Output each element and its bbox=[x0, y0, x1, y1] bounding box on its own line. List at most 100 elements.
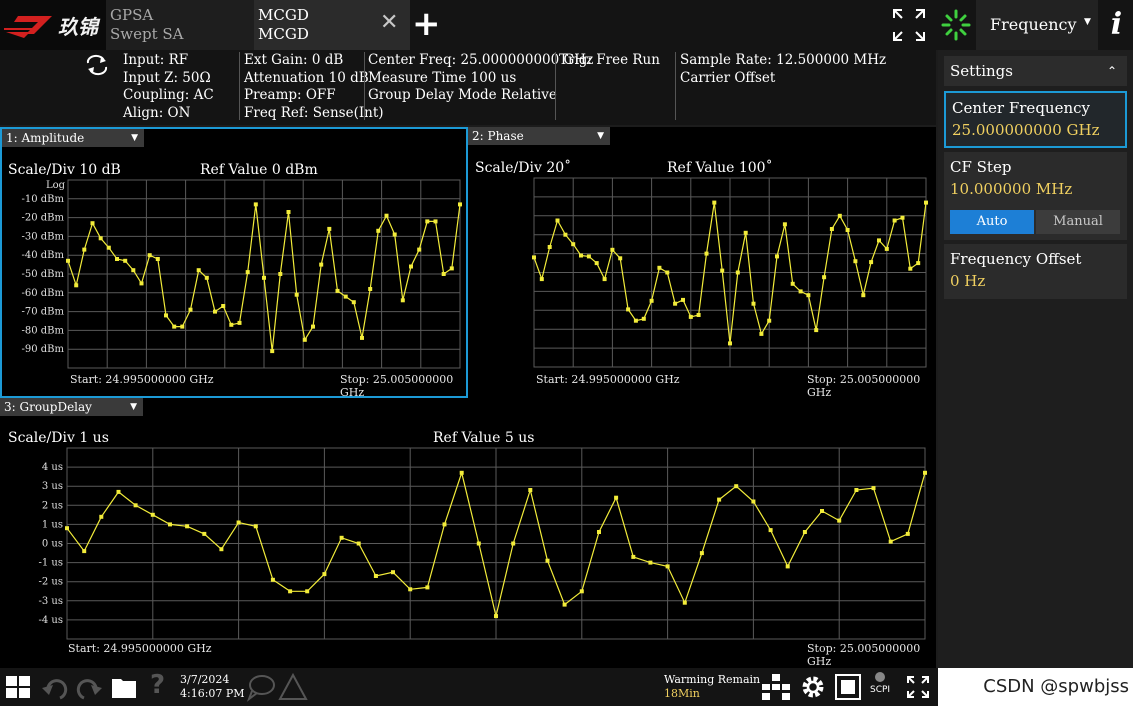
trace-point bbox=[322, 572, 327, 577]
message-icon[interactable] bbox=[246, 672, 276, 702]
carrier-offset: Carrier Offset bbox=[680, 69, 776, 86]
trace-point bbox=[802, 530, 807, 534]
trace-point bbox=[618, 256, 623, 261]
analyzer-app: 玖锦 GPSA Swept SA MCGD MCGD ✕ + Frequency… bbox=[0, 0, 1133, 706]
cf-step-manual-button[interactable]: Manual bbox=[1036, 210, 1120, 234]
trace-point bbox=[202, 531, 207, 536]
center-frequency-setting[interactable]: Center Frequency 25.000000000 GHz bbox=[944, 91, 1127, 148]
trace-point bbox=[98, 236, 103, 241]
trace-point bbox=[131, 268, 136, 273]
y-tick-label: -70 dBm bbox=[21, 307, 64, 318]
input-settings[interactable]: Input: RF Input Z: 50Ω Coupling: AC Alig… bbox=[123, 52, 214, 122]
trace-point bbox=[409, 264, 413, 269]
trace-point bbox=[65, 526, 69, 531]
trace-point bbox=[822, 275, 827, 280]
trace-point bbox=[417, 247, 422, 252]
trace-point bbox=[74, 283, 79, 288]
trace-point bbox=[172, 324, 177, 329]
trace-point bbox=[351, 300, 356, 305]
trace-point bbox=[923, 470, 927, 475]
refresh-icon[interactable] bbox=[84, 52, 110, 78]
add-tab-icon[interactable]: + bbox=[412, 4, 441, 44]
maximize-icon[interactable] bbox=[905, 674, 931, 700]
trace-point bbox=[785, 564, 790, 569]
windows-start-icon[interactable] bbox=[6, 676, 30, 698]
folder-icon[interactable] bbox=[111, 675, 137, 699]
amplitude-pane[interactable]: 1: Amplitude ▼ Scale/Div 10 dB Ref Value… bbox=[0, 127, 468, 399]
sample-settings[interactable]: Sample Rate: 12.500000 MHz Carrier Offse… bbox=[680, 52, 886, 87]
group-delay-pane[interactable]: 3: GroupDelay ▼ Scale/Div 1 us Ref Value… bbox=[0, 398, 936, 668]
trace-point bbox=[555, 218, 560, 223]
trace-point bbox=[253, 524, 258, 529]
trace-point bbox=[133, 503, 138, 508]
trace-point bbox=[641, 316, 646, 321]
trace-point bbox=[806, 293, 811, 298]
close-tab-icon[interactable]: ✕ bbox=[380, 10, 398, 35]
cf-step-setting[interactable]: CF Step 10.000000 MHz Auto Manual bbox=[944, 152, 1127, 240]
gain-settings[interactable]: Ext Gain: 0 dB Attenuation 10 dB Preamp:… bbox=[244, 52, 384, 122]
amplitude-chart[interactable]: Log -10 dBm -20 dBm -30 dBm -40 dBm -50 dBm -… bbox=[2, 129, 468, 398]
trace-point bbox=[682, 600, 687, 605]
phase-chart[interactable]: 80°60°40°20°0°-20°-40°-60°-80° bbox=[468, 127, 936, 398]
trace-point bbox=[845, 228, 850, 232]
warning-icon[interactable] bbox=[278, 672, 308, 702]
trace-point bbox=[335, 288, 340, 293]
trace-point bbox=[586, 254, 591, 259]
frequency-offset-setting[interactable]: Frequency Offset 0 Hz bbox=[944, 244, 1127, 299]
trace-point bbox=[735, 270, 740, 275]
date-time: 3/7/2024 4:16:07 PM bbox=[180, 673, 245, 701]
log-scale-label: Log bbox=[46, 180, 66, 191]
trace-point bbox=[610, 247, 615, 252]
trace-point bbox=[814, 328, 819, 333]
scpi-label: SCPI bbox=[870, 685, 891, 695]
tab-gpsa[interactable]: GPSA Swept SA bbox=[106, 0, 254, 50]
trace-point bbox=[869, 260, 874, 265]
cf-step-auto-button[interactable]: Auto bbox=[950, 210, 1034, 234]
trace-point bbox=[916, 261, 921, 266]
y-tick-label: -4 us bbox=[39, 615, 64, 626]
trace-point bbox=[633, 318, 638, 323]
screenshot-icon[interactable] bbox=[834, 673, 862, 701]
trace-point bbox=[219, 547, 224, 552]
settings-title: Settings bbox=[950, 62, 1013, 80]
trace-point bbox=[139, 281, 144, 286]
trace-point bbox=[476, 541, 481, 546]
undo-icon[interactable] bbox=[40, 672, 70, 702]
y-tick-label: -60 dBm bbox=[21, 288, 64, 299]
scpi-indicator-icon bbox=[875, 672, 886, 682]
frequency-offset-label: Frequency Offset bbox=[950, 250, 1082, 268]
trace-point bbox=[356, 541, 361, 546]
trace-point bbox=[384, 213, 389, 218]
trace-point bbox=[270, 577, 275, 582]
gear-icon[interactable] bbox=[800, 674, 826, 700]
cf-step-value: 10.000000 MHz bbox=[950, 180, 1073, 198]
frequency-menu-dropdown[interactable]: Frequency ▼ bbox=[976, 0, 1098, 50]
trace-point bbox=[302, 337, 307, 342]
trace-point bbox=[579, 589, 584, 594]
trace-point bbox=[579, 253, 583, 258]
fullscreen-icon[interactable] bbox=[890, 6, 928, 44]
trigger-settings[interactable]: Trig: Free Run bbox=[559, 52, 660, 70]
warming-value: 18Min bbox=[664, 687, 700, 700]
help-icon[interactable]: ? bbox=[150, 670, 165, 700]
scpi-status[interactable]: SCPI bbox=[870, 672, 890, 695]
y-tick-label: -3 us bbox=[39, 596, 64, 607]
y-tick-label: -10 dBm bbox=[21, 194, 64, 205]
redo-icon[interactable] bbox=[74, 672, 104, 702]
trace-point bbox=[767, 318, 772, 323]
trace-point bbox=[168, 522, 172, 527]
trace-point bbox=[734, 484, 739, 489]
trace-point bbox=[717, 497, 722, 502]
trace-point bbox=[123, 258, 128, 263]
group-delay-chart[interactable]: 4 us 3 us 2 us 1 us 0 us -1 us -2 us -3 us -4 us bbox=[0, 398, 936, 668]
trace-point bbox=[373, 574, 378, 578]
trace-point bbox=[188, 307, 193, 312]
trace-point bbox=[441, 272, 446, 276]
layout-grid-icon[interactable] bbox=[762, 674, 790, 700]
settings-header[interactable]: Settings ⌃ bbox=[944, 56, 1127, 86]
phase-pane[interactable]: 2: Phase ▼ Scale/Div 20˚ Ref Value 100˚ … bbox=[468, 127, 936, 399]
trigger: Trig: Free Run bbox=[559, 52, 660, 68]
trace-point bbox=[221, 304, 226, 308]
trace-point bbox=[571, 242, 576, 247]
info-icon[interactable]: i bbox=[1100, 2, 1133, 48]
